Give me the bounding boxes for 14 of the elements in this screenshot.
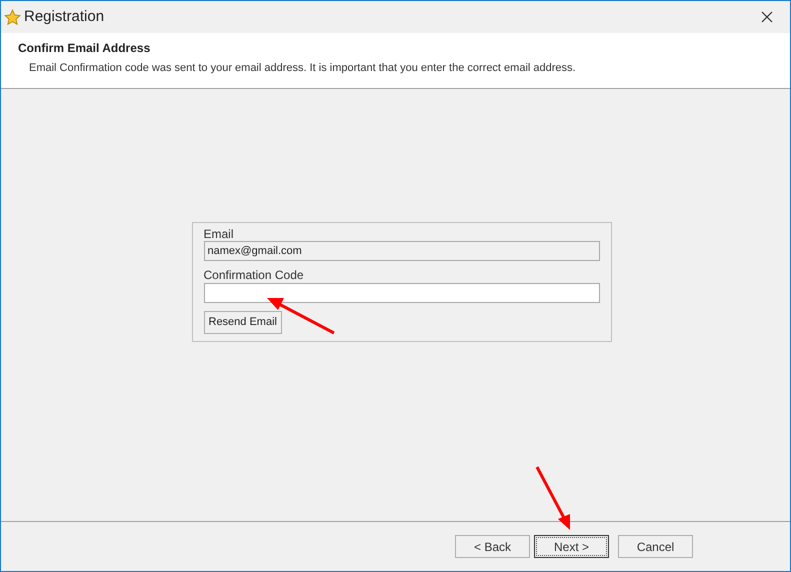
code-input-field[interactable] <box>204 283 600 303</box>
field-label: Confirmation Code <box>204 268 305 283</box>
resend-button[interactable]: Resend Email <box>204 311 282 334</box>
star-icon <box>4 8 21 26</box>
close-icon[interactable] <box>761 11 773 23</box>
page-title: Confirm Email Address <box>18 40 152 57</box>
wizard-button[interactable]: < Back <box>455 535 530 558</box>
annotation-arrow <box>536 466 570 530</box>
page-description: Email Confirmation code was sent to your email address. It is important that you enter the correct email address. <box>28 61 577 76</box>
field-label: Email <box>204 227 235 241</box>
wizard-button[interactable]: Next > <box>534 535 609 558</box>
wizard-button[interactable]: Cancel <box>618 535 693 558</box>
window-title: Registration <box>24 6 104 27</box>
email-field: namex@gmail.com <box>204 241 600 261</box>
